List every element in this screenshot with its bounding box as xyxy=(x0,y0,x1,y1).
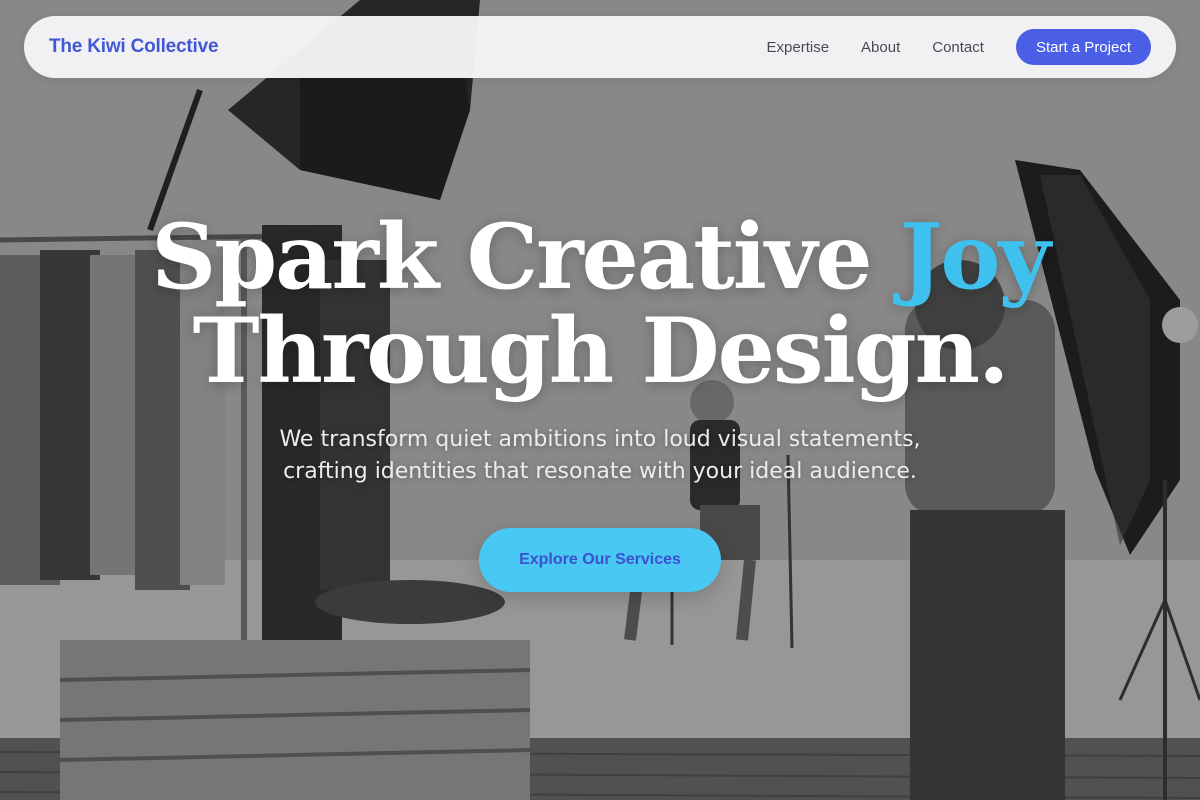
hero-headline: Spark Creative Joy Through Design. xyxy=(0,210,1200,398)
start-project-button[interactable]: Start a Project xyxy=(1015,29,1151,65)
nav-link-contact[interactable]: Contact xyxy=(932,39,984,56)
headline-part1: Spark Creative xyxy=(151,204,900,310)
nav-link-about[interactable]: About xyxy=(861,39,900,56)
navbar: The Kiwi Collective Expertise About Cont… xyxy=(24,16,1176,78)
subtitle-line1: We transform quiet ambitions into loud v… xyxy=(279,427,921,452)
nav-link-expertise[interactable]: Expertise xyxy=(767,39,830,56)
headline-accent-word: Joy xyxy=(899,204,1051,310)
nav-links: Expertise About Contact Start a Project xyxy=(767,29,1151,65)
headline-line2: Through Design. xyxy=(192,298,1010,404)
explore-services-button[interactable]: Explore Our Services xyxy=(479,528,721,592)
subtitle-line2: crafting identities that resonate with y… xyxy=(283,459,917,484)
brand-logo-link[interactable]: The Kiwi Collective xyxy=(49,36,219,58)
hero-subtitle: We transform quiet ambitions into loud v… xyxy=(0,424,1200,488)
